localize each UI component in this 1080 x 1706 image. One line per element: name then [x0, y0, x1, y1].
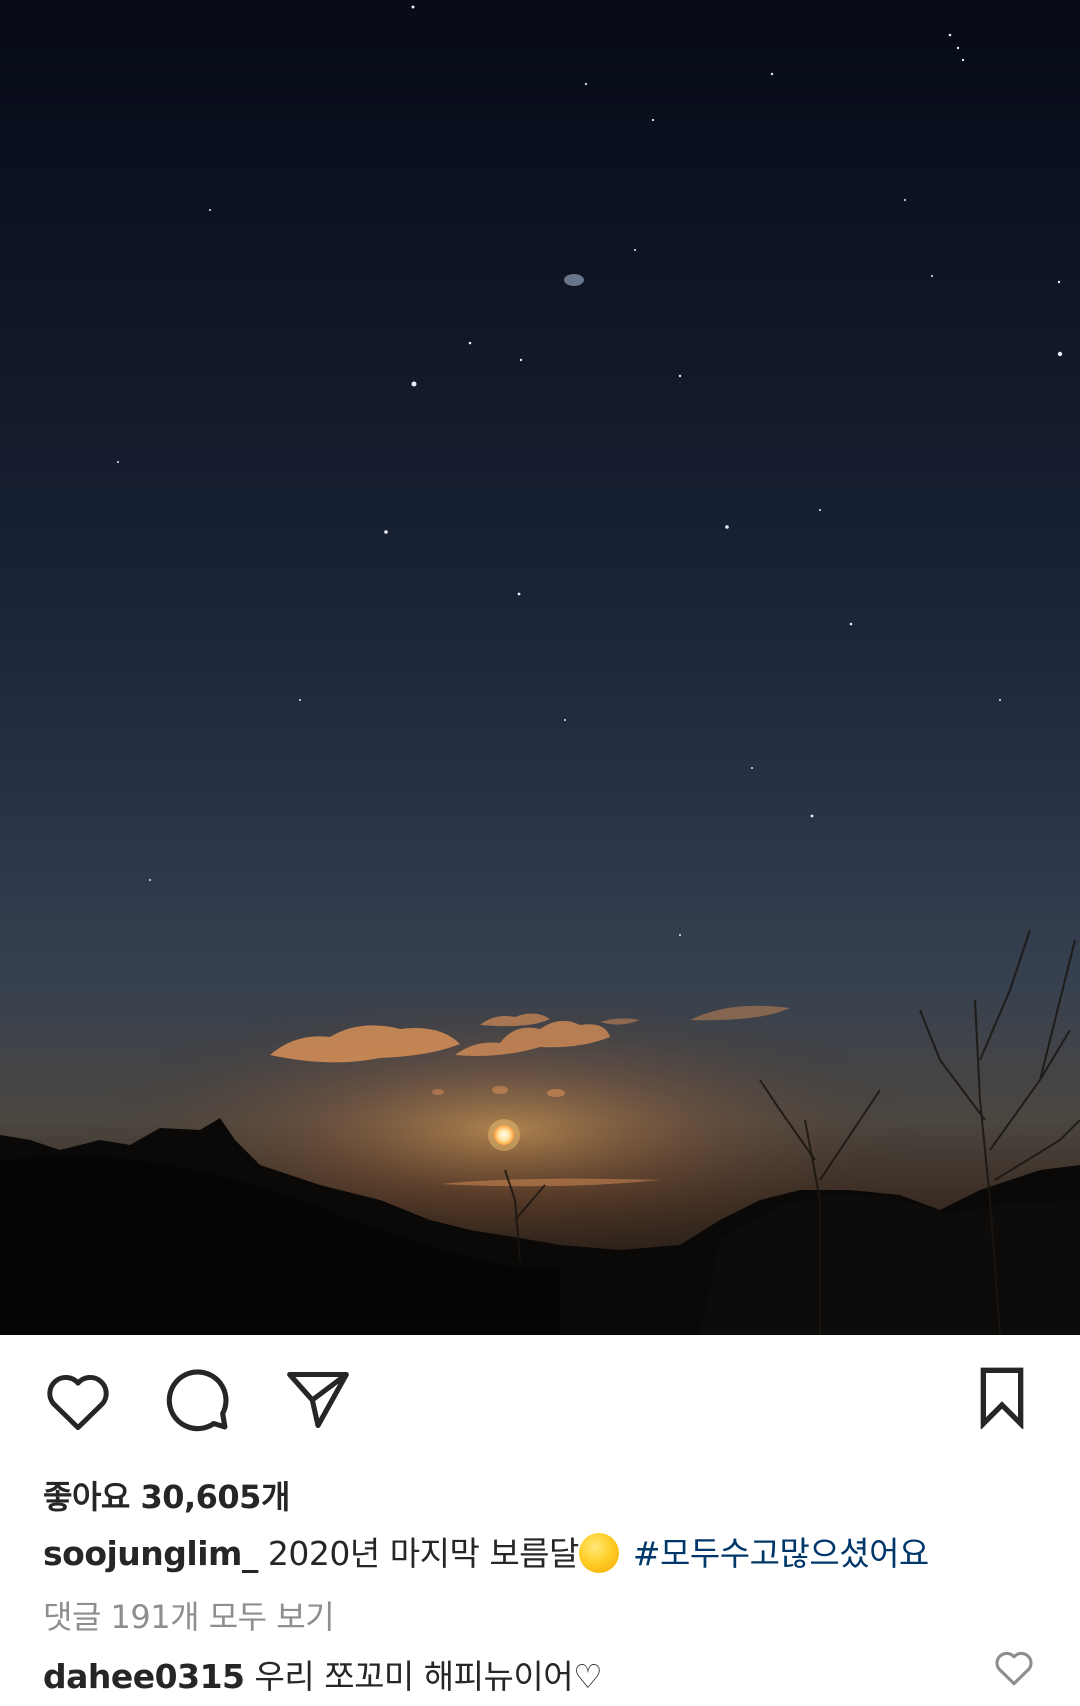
share-button[interactable] — [278, 1360, 358, 1440]
like-button[interactable] — [38, 1360, 118, 1440]
caption-username[interactable]: soojunglim_ — [43, 1534, 258, 1573]
post-action-bar — [0, 1335, 1080, 1475]
small-heart-outline-icon — [995, 1651, 1033, 1686]
night-sky-image — [0, 5, 1080, 1335]
view-all-comments-link[interactable]: 댓글 191개 모두 보기 — [43, 1592, 335, 1638]
heart-outline-icon — [47, 1375, 109, 1431]
comment-username[interactable]: dahee0315 — [43, 1657, 245, 1696]
comment-text: 우리 쪼꼬미 해피뉴이어♡ — [254, 1657, 603, 1696]
full-moon-emoji — [578, 1533, 619, 1573]
caption-hashtag[interactable]: #모두수고많으셨어요 — [633, 1534, 929, 1573]
paper-plane-icon — [287, 1371, 349, 1429]
top-comment: dahee0315 우리 쪼꼬미 해피뉴이어♡ — [43, 1650, 603, 1698]
likes-count[interactable]: 좋아요 30,605개 — [43, 1472, 290, 1518]
comment-button[interactable] — [158, 1360, 238, 1440]
post-photo[interactable] — [0, 0, 1080, 1335]
save-button[interactable] — [962, 1357, 1042, 1437]
bookmark-outline-icon — [980, 1367, 1024, 1429]
caption-text: 2020년 마지막 보름달 — [267, 1534, 579, 1573]
comment-like-button[interactable] — [993, 1647, 1035, 1689]
post-caption: soojunglim_ 2020년 마지막 보름달 #모두수고많으셨어요 — [43, 1527, 1043, 1575]
comment-bubble-icon — [166, 1369, 229, 1432]
